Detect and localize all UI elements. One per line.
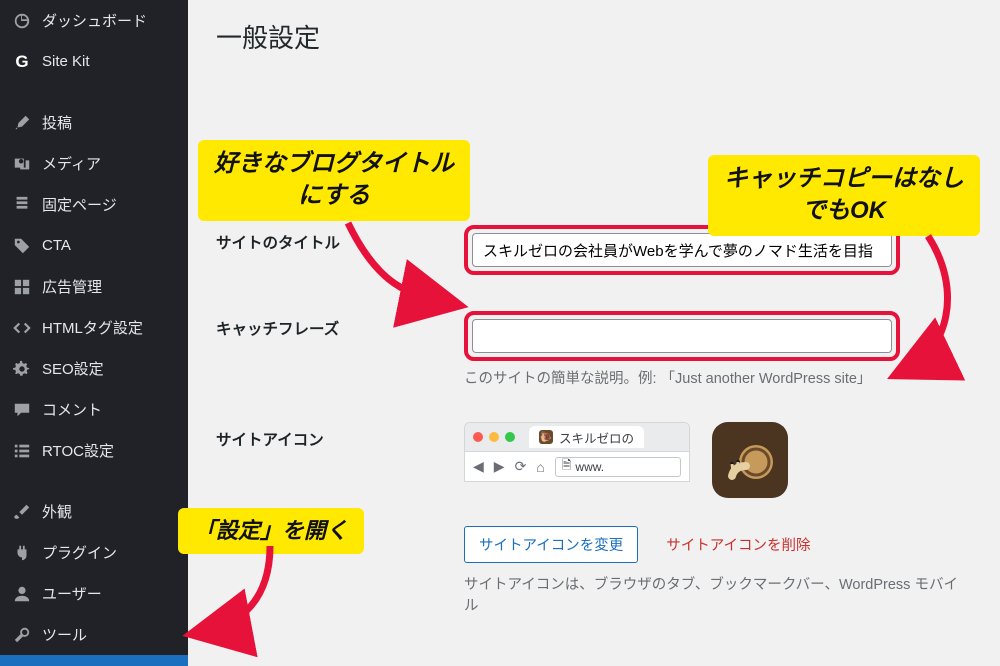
code-icon [12,318,32,338]
pin-icon [12,113,32,133]
doc-icon: 🗎 [562,456,572,477]
siteicon-app-preview [712,422,788,498]
sidebar-item-sitekit[interactable]: G Site Kit [0,41,188,82]
list-icon [12,441,32,461]
annotation-callout-tagline: キャッチコピーはなしでもOK [708,155,980,236]
traffic-light-close-icon [473,432,483,442]
admin-sidebar: ダッシュボード G Site Kit 投稿 メディア 固定ページ CTA 広告管… [0,0,188,666]
sidebar-item-label: ツール [42,624,87,645]
sidebar-item-label: RTOC設定 [42,440,114,461]
plug-icon [12,543,32,563]
sidebar-item-tools[interactable]: ツール [0,614,188,655]
page-title: 一般設定 [216,18,972,55]
annotation-callout-title: 好きなブログタイトルにする [198,140,470,221]
delete-siteicon-link[interactable]: サイトアイコンを削除 [666,534,810,555]
siteicon-footnote: サイトアイコンは、ブラウザのタブ、ブックマークバー、WordPress モバイル [464,573,972,615]
traffic-light-max-icon [505,432,515,442]
sidebar-item-settings[interactable]: 設定 [0,655,188,666]
change-siteicon-button[interactable]: サイトアイコンを変更 [464,526,638,563]
wrench-icon [12,625,32,645]
sidebar-item-label: CTA [42,237,71,254]
comment-icon [12,400,32,420]
sidebar-spacer [0,82,188,102]
sidebar-item-rtoc[interactable]: RTOC設定 [0,430,188,471]
tagline-label: キャッチフレーズ [216,311,464,339]
sidebar-item-label: 固定ページ [42,194,117,215]
sidebar-item-label: HTMLタグ設定 [42,317,143,338]
sidebar-item-posts[interactable]: 投稿 [0,102,188,143]
browser-tab: 🐌 スキルゼロの [529,426,644,448]
settings-general-page: 一般設定 サイトのタイトル キャッチフレーズ このサイトの簡単な説明。例: 「J… [188,0,1000,666]
siteicon-label: サイトアイコン [216,422,464,450]
sidebar-item-comments[interactable]: コメント [0,389,188,430]
browser-fwd-icon: ▶ [494,458,505,475]
sidebar-item-media[interactable]: メディア [0,143,188,184]
sidebar-item-label: コメント [42,399,102,420]
gear-icon [12,359,32,379]
sidebar-item-users[interactable]: ユーザー [0,573,188,614]
sidebar-item-label: プラグイン [42,542,117,563]
sidebar-item-label: ユーザー [42,583,102,604]
dashboard-icon [12,11,32,31]
site-title-label: サイトのタイトル [216,225,464,253]
sidebar-item-label: ダッシュボード [42,10,147,31]
sidebar-item-label: メディア [42,153,101,174]
sidebar-item-label: SEO設定 [42,358,104,379]
page-icon [12,195,32,215]
user-icon [12,584,32,604]
browser-url-bar: 🗎 www. [555,457,681,477]
siteicon-browser-preview: 🐌 スキルゼロの ◀ ▶ ⟳ ⌂ 🗎 www. [464,422,690,482]
grid-icon [12,277,32,297]
sidebar-spacer [0,471,188,491]
google-g-icon: G [12,52,32,72]
sidebar-item-label: Site Kit [42,53,90,70]
sidebar-item-pages[interactable]: 固定ページ [0,184,188,225]
browser-back-icon: ◀ [473,458,484,475]
highlight-box-tagline [464,311,900,361]
snail-icon [722,432,778,488]
sidebar-item-appearance[interactable]: 外観 [0,491,188,532]
tagline-input[interactable] [472,319,892,353]
browser-url-text: www. [575,460,604,474]
sidebar-item-htmltag[interactable]: HTMLタグ設定 [0,307,188,348]
sidebar-item-plugins[interactable]: プラグイン [0,532,188,573]
favicon-icon: 🐌 [539,430,553,444]
sidebar-item-ads[interactable]: 広告管理 [0,266,188,307]
sidebar-item-label: 広告管理 [42,276,102,297]
traffic-light-min-icon [489,432,499,442]
site-title-input[interactable] [472,233,892,267]
browser-tab-title: スキルゼロの [559,428,634,447]
sidebar-item-label: 外観 [42,501,72,522]
brush-icon [12,502,32,522]
annotation-callout-settings: 「設定」を開く [178,508,364,554]
browser-reload-icon: ⟳ [515,458,527,475]
browser-home-icon: ⌂ [536,459,544,475]
sidebar-item-seo[interactable]: SEO設定 [0,348,188,389]
tagline-description: このサイトの簡単な説明。例: 「Just another WordPress s… [464,367,972,388]
tag-icon [12,236,32,256]
sidebar-item-dashboard[interactable]: ダッシュボード [0,0,188,41]
media-icon [12,154,32,174]
sidebar-item-cta[interactable]: CTA [0,225,188,266]
sidebar-item-label: 投稿 [42,112,72,133]
